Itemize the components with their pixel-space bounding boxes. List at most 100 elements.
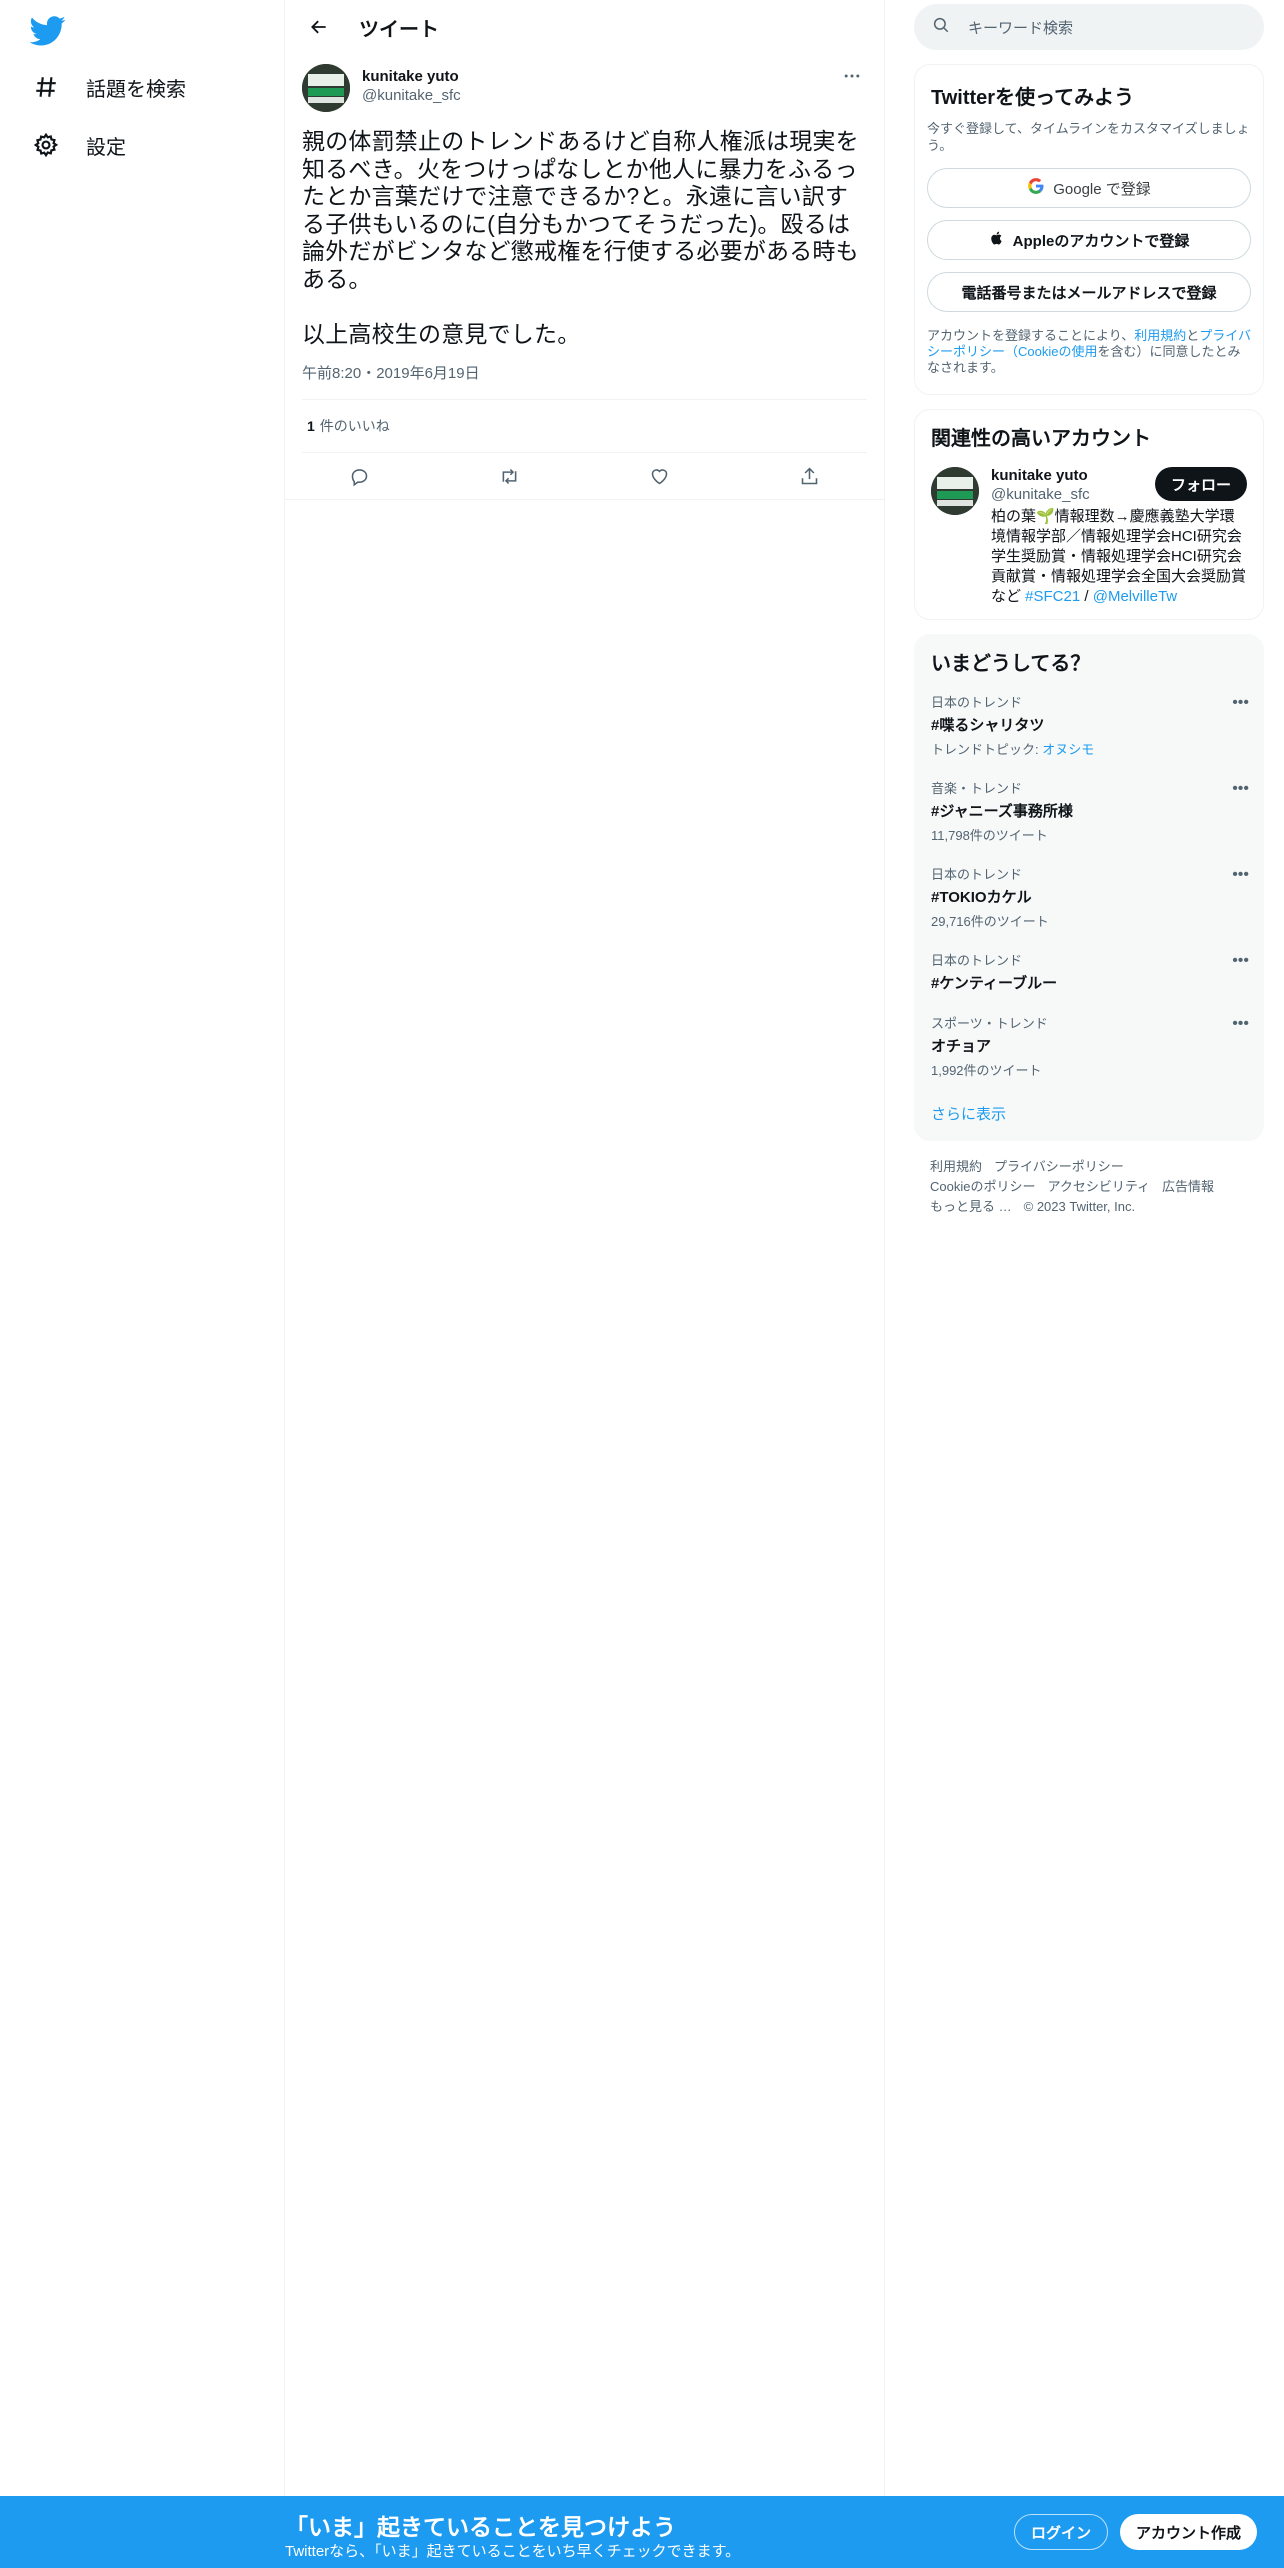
nav-item-label: 設定 (86, 136, 126, 159)
trend-meta: 1,992件のツイート (931, 1063, 1042, 1078)
retweet-icon[interactable] (491, 457, 529, 495)
bottom-signup-bar: 「いま」起きていることを見つけよう Twitterなら、「いま」起きていることを… (0, 2496, 1284, 2568)
trend-meta: トレンドトピック: オヌシモ (931, 739, 1247, 758)
apple-icon (989, 230, 1005, 250)
footer-link-cookie[interactable]: Cookieのポリシー (930, 1179, 1035, 1194)
trend-meta: 11,798件のツイート (931, 828, 1048, 843)
search-icon (932, 16, 950, 39)
related-title: 関連性の高いアカウント (931, 428, 1151, 450)
author-handle[interactable]: @kunitake_sfc (362, 87, 837, 104)
bottom-bar-subtitle: Twitterなら、「いま」起きていることをいち早くチェックできます。 (285, 2543, 741, 2560)
login-button[interactable]: ログイン (1014, 2514, 1109, 2550)
terms-link[interactable]: 利用規約 (1134, 328, 1186, 343)
footer-link-ads[interactable]: 広告情報 (1162, 1179, 1214, 1194)
hashtag-icon (28, 69, 64, 105)
tweet-author-row: kunitake yuto @kunitake_sfc (302, 64, 867, 112)
trend-name: #ジャニーズ事務所様 (931, 803, 1073, 820)
trend-item[interactable]: 音楽・トレンド #ジャニーズ事務所様 11,798件のツイート ••• (915, 768, 1263, 854)
footer-link-privacy[interactable]: プライバシーポリシー (994, 1159, 1124, 1174)
footer: 利用規約 プライバシーポリシー Cookieのポリシー アクセシビリティ 広告情報 も… (914, 1141, 1264, 1233)
back-arrow-icon[interactable] (301, 9, 337, 45)
bio-separator: / (1080, 588, 1093, 605)
google-icon (1027, 177, 1045, 199)
bio-hashtag-link[interactable]: #SFC21 (1025, 588, 1080, 605)
bio-mention-link[interactable]: @MelvilleTw (1093, 588, 1177, 605)
signup-card: Twitterを使ってみよう 今すぐ登録して、タイムラインをカスタマイズしましょ… (914, 64, 1264, 395)
trend-context: 日本のトレンド (931, 695, 1023, 710)
phone-email-signup-label: 電話番号またはメールアドレスで登録 (961, 284, 1217, 302)
avatar[interactable] (931, 467, 979, 515)
likes-count-row[interactable]: 1 件のいいね (302, 399, 867, 453)
related-account-handle[interactable]: @kunitake_sfc (991, 486, 1090, 503)
related-account-names: kunitake yuto @kunitake_sfc (991, 467, 1090, 503)
share-icon[interactable] (790, 457, 828, 495)
trends-card: いまどうしてる？ 日本のトレンド #喋るシャリタツ トレンドトピック: オヌシモ… (914, 634, 1264, 1141)
footer-link-accessibility[interactable]: アクセシビリティ (1047, 1179, 1150, 1194)
related-account[interactable]: kunitake yuto @kunitake_sfc フォロー 柏の葉🌱情報理… (931, 467, 1247, 607)
more-options-icon[interactable]: ••• (1232, 952, 1249, 970)
bottom-bar-title: 「いま」起きていることを見つけよう (285, 2514, 676, 2540)
trend-name: オチョア (931, 1038, 992, 1055)
likes-label: 件のいいね (319, 418, 390, 434)
trend-context: 日本のトレンド (931, 953, 1023, 968)
tweet-timestamp[interactable]: 午前8:20・2019年6月19日 (302, 362, 867, 383)
nav-item-explore[interactable]: 話題を検索 (28, 62, 186, 112)
terms-text: アカウントを登録することにより、 (927, 328, 1135, 343)
trend-item[interactable]: 日本のトレンド #喋るシャリタツ トレンドトピック: オヌシモ ••• (915, 682, 1263, 768)
header: ツイート (285, 0, 884, 54)
tweet-actions (285, 453, 884, 500)
avatar[interactable] (302, 64, 350, 112)
trend-item[interactable]: スポーツ・トレンド オチョア 1,992件のツイート ••• (915, 1003, 1263, 1089)
like-heart-icon[interactable] (640, 457, 678, 495)
google-signup-label: Google で登録 (1053, 180, 1151, 198)
search-input[interactable]: キーワード検索 (968, 17, 1073, 38)
google-signup-button[interactable]: Google で登録 (927, 168, 1251, 208)
more-options-icon[interactable] (837, 64, 867, 88)
signup-title: Twitterを使ってみよう (931, 87, 1135, 109)
trends-title: いまどうしてる？ (931, 653, 1091, 675)
apple-signup-label: Appleのアカウントで登録 (1012, 232, 1190, 250)
tweet-text: 親の体罰禁止のトレンドあるけど自称人権派は現実を知るべき。火をつけっぱなしとか他… (302, 128, 859, 347)
search-box[interactable]: キーワード検索 (914, 4, 1264, 50)
trend-topic-link[interactable]: オヌシモ (1042, 742, 1094, 757)
create-account-button[interactable]: アカウント作成 (1120, 2514, 1258, 2550)
apple-signup-button[interactable]: Appleのアカウントで登録 (927, 220, 1251, 260)
related-accounts-card: 関連性の高いアカウント kunitake yuto @kunitake_sfc … (914, 409, 1264, 620)
related-account-head: kunitake yuto @kunitake_sfc フォロー (991, 467, 1247, 503)
signup-terms: アカウントを登録することにより、利用規約とプライバシーポリシー（Cookieの使… (927, 328, 1251, 376)
tweet: kunitake yuto @kunitake_sfc 親の体罰禁止のトレンドあ… (285, 54, 884, 453)
trend-meta: 29,716件のツイート (931, 914, 1049, 929)
trend-name: #ケンティーブルー (931, 975, 1058, 992)
phone-email-signup-button[interactable]: 電話番号またはメールアドレスで登録 (927, 272, 1251, 312)
footer-link-more[interactable]: もっと見る … (930, 1199, 1012, 1214)
author-info: kunitake yuto @kunitake_sfc (362, 64, 837, 104)
trend-name: #喋るシャリタツ (931, 717, 1045, 734)
copyright: © 2023 Twitter, Inc. (1023, 1199, 1136, 1214)
left-nav: 話題を検索 設定 (0, 0, 285, 2568)
related-account-bio: 柏の葉🌱情報理数→慶應義塾大学環境情報学部／情報処理学会HCI研究会学生奨励賞・… (991, 507, 1247, 607)
more-options-icon[interactable]: ••• (1232, 1015, 1249, 1033)
more-options-icon[interactable]: ••• (1232, 866, 1249, 884)
page-title: ツイート (359, 18, 439, 41)
signup-subtitle: 今すぐ登録して、タイムラインをカスタマイズしましょう。 (927, 121, 1250, 153)
reply-icon[interactable] (341, 457, 379, 495)
gear-icon (28, 127, 64, 163)
right-sidebar: キーワード検索 Twitterを使ってみよう 今すぐ登録して、タイムラインをカス… (914, 0, 1264, 1233)
show-more-link[interactable]: さらに表示 (915, 1089, 1263, 1130)
twitter-logo-icon[interactable] (29, 12, 66, 48)
trend-item[interactable]: 日本のトレンド #ケンティーブルー ••• (915, 940, 1263, 1003)
trend-item[interactable]: 日本のトレンド #TOKIOカケル 29,716件のツイート ••• (915, 854, 1263, 940)
nav-item-label: 話題を検索 (86, 78, 186, 101)
likes-count: 1 (307, 418, 315, 434)
trend-context: 日本のトレンド (931, 867, 1023, 882)
related-account-name[interactable]: kunitake yuto (991, 467, 1090, 484)
main-column: ツイート kunitake yuto @kunitake_sfc 親の体罰禁止の… (285, 0, 885, 2568)
footer-link-terms[interactable]: 利用規約 (930, 1159, 982, 1174)
follow-button[interactable]: フォロー (1154, 467, 1247, 501)
more-options-icon[interactable]: ••• (1232, 694, 1249, 712)
author-name[interactable]: kunitake yuto (362, 68, 837, 85)
trend-name: #TOKIOカケル (931, 889, 1032, 906)
nav-item-settings[interactable]: 設定 (28, 120, 126, 170)
trend-meta-text: トレンドトピック: (931, 742, 1043, 757)
more-options-icon[interactable]: ••• (1232, 780, 1249, 798)
